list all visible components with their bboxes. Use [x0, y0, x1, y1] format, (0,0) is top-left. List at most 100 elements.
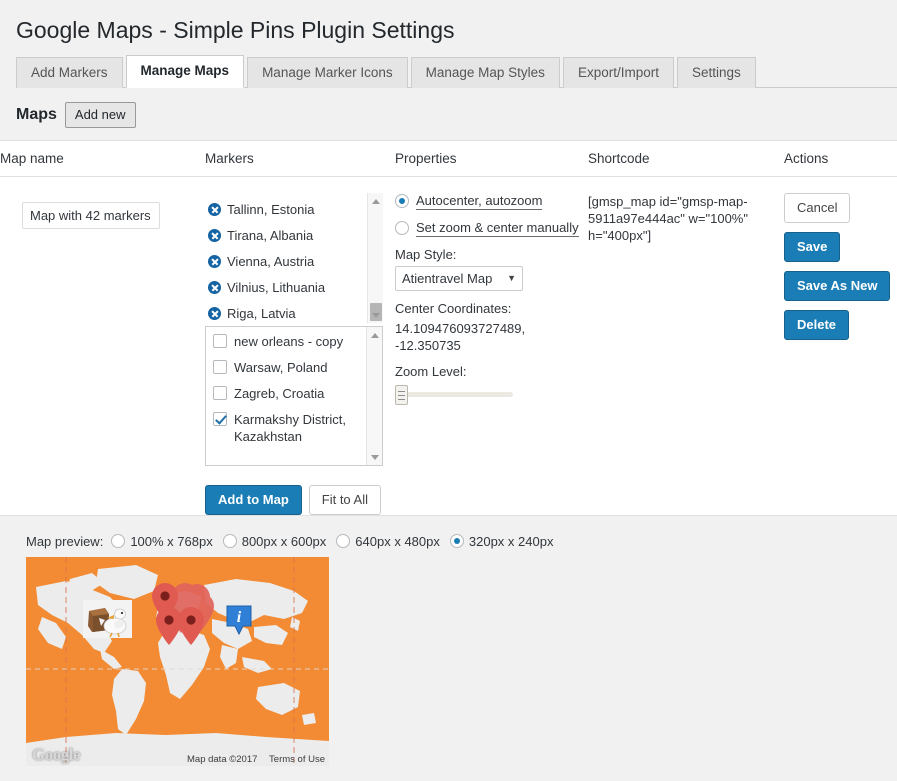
preview-size-label: 640px x 480px: [355, 533, 440, 549]
markers-cell: Tallinn, Estonia Tirana, Albania Vienna,…: [205, 192, 395, 515]
available-marker-item[interactable]: Warsaw, Poland: [213, 359, 362, 376]
zoom-slider-track[interactable]: [400, 391, 513, 397]
available-marker-label: Warsaw, Poland: [234, 359, 328, 375]
map-preview-section: Map preview: 100% x 768px 800px x 600px …: [0, 516, 897, 766]
map-name-cell: [0, 193, 205, 515]
map-preview-canvas[interactable]: i Google Map data ©2017 Terms of Use: [26, 556, 329, 766]
preview-size-radio[interactable]: [449, 534, 464, 549]
maps-heading: Maps: [16, 105, 57, 123]
info-marker-icon[interactable]: i: [225, 605, 253, 637]
remove-marker-icon[interactable]: [208, 229, 221, 243]
assigned-marker-item[interactable]: Riga, Latvia: [208, 301, 383, 323]
map-preview-label: Map preview:: [26, 533, 104, 549]
tab-manage-maps[interactable]: Manage Maps: [125, 54, 245, 88]
table-header-row: Map name Markers Properties Shortcode Ac…: [0, 141, 897, 177]
available-markers-list-box: new orleans - copy Warsaw, Poland Zagreb…: [205, 325, 383, 466]
shortcode-text: [gmsp_map id="gmsp-map-5911a97e444ac" w=…: [588, 193, 748, 243]
preview-size-label: 100% x 768px: [130, 533, 213, 549]
center-coordinates-value: 14.109476093727489, -12.350735: [395, 320, 526, 353]
available-marker-item[interactable]: Zagreb, Croatia: [213, 385, 362, 402]
custom-marker-duck-icon[interactable]: [83, 599, 132, 638]
marker-pin-cluster[interactable]: [151, 581, 231, 653]
preview-size-radio[interactable]: [111, 534, 126, 549]
scroll-down-arrow-icon[interactable]: [367, 449, 383, 465]
assigned-list-scrollbar[interactable]: [367, 192, 384, 323]
assigned-marker-label: Tirana, Albania: [227, 228, 314, 244]
marker-checkbox[interactable]: [213, 333, 227, 348]
maps-heading-row: Maps Add new: [0, 88, 897, 140]
tab-add-markers[interactable]: Add Markers: [16, 56, 123, 88]
column-header-map-name: Map name: [0, 150, 64, 166]
remove-marker-icon[interactable]: [208, 255, 221, 269]
preview-size-radio[interactable]: [336, 534, 351, 549]
autocenter-radio-label[interactable]: Autocenter, autozoom: [416, 193, 543, 210]
assigned-marker-item[interactable]: Vienna, Austria: [208, 249, 383, 275]
scroll-down-arrow-icon[interactable]: [368, 307, 384, 323]
available-marker-label: new orleans - copy: [234, 333, 344, 349]
map-name-input[interactable]: [22, 201, 160, 229]
preview-size-label: 800px x 600px: [241, 533, 327, 549]
preview-size-option-640[interactable]: 640px x 480px: [336, 534, 440, 549]
google-watermark: Google: [32, 744, 81, 764]
tab-export-import[interactable]: Export/Import: [562, 56, 674, 88]
autocenter-radio[interactable]: [395, 194, 409, 209]
zoom-level-label: Zoom Level:: [395, 363, 467, 379]
preview-size-radio[interactable]: [222, 534, 237, 549]
tab-settings[interactable]: Settings: [676, 56, 756, 88]
assigned-markers-list[interactable]: Tallinn, Estonia Tirana, Albania Vienna,…: [205, 193, 383, 323]
chevron-down-icon: ▼: [507, 273, 516, 284]
table-row: Tallinn, Estonia Tirana, Albania Vienna,…: [0, 177, 897, 515]
scroll-up-arrow-icon[interactable]: [367, 327, 383, 343]
preview-size-option-320[interactable]: 320px x 240px: [449, 533, 554, 549]
preview-size-option-800[interactable]: 800px x 600px: [222, 533, 327, 549]
actions-cell: Cancel Save Save As New Delete: [784, 192, 891, 515]
manual-zoom-radio-label[interactable]: Set zoom & center manually: [416, 220, 579, 237]
terms-of-use-link[interactable]: Terms of Use: [269, 754, 325, 765]
zoom-slider-handle[interactable]: [395, 384, 408, 405]
map-style-label: Map Style:: [395, 246, 457, 262]
assigned-marker-label: Riga, Latvia: [227, 306, 296, 322]
marker-action-buttons: Add to Map Fit to All: [205, 484, 385, 515]
assigned-marker-item[interactable]: Vilnius, Lithuania: [208, 275, 383, 301]
assigned-marker-item[interactable]: Tallinn, Estonia: [208, 197, 383, 223]
assigned-marker-label: Vienna, Austria: [227, 254, 315, 270]
save-button[interactable]: Save: [784, 231, 841, 262]
tab-manage-map-styles[interactable]: Manage Map Styles: [410, 56, 560, 88]
manual-zoom-radio[interactable]: [395, 221, 409, 236]
tab-manage-marker-icons[interactable]: Manage Marker Icons: [247, 56, 408, 88]
page-title: Google Maps - Simple Pins Plugin Setting…: [16, 17, 455, 43]
column-header-markers: Markers: [205, 150, 254, 166]
marker-checkbox[interactable]: [213, 411, 227, 426]
marker-checkbox[interactable]: [213, 385, 227, 400]
properties-cell: Autocenter, autozoom Set zoom & center m…: [395, 193, 588, 515]
remove-marker-icon[interactable]: [208, 307, 221, 321]
center-coordinates-label: Center Coordinates:: [395, 300, 512, 316]
add-to-map-button[interactable]: Add to Map: [205, 484, 302, 515]
add-new-map-button[interactable]: Add new: [64, 101, 136, 128]
scroll-up-arrow-icon[interactable]: [368, 193, 384, 209]
available-marker-label: Karmakshy District, Kazakhstan: [234, 411, 346, 444]
remove-marker-icon[interactable]: [208, 203, 221, 217]
available-list-scrollbar[interactable]: [366, 326, 383, 465]
remove-marker-icon[interactable]: [208, 281, 221, 295]
preview-size-option-100[interactable]: 100% x 768px: [111, 533, 213, 549]
map-preview-size-options: Map preview: 100% x 768px 800px x 600px …: [26, 534, 897, 549]
autocenter-radio-row[interactable]: Autocenter, autozoom: [395, 193, 588, 210]
available-marker-item[interactable]: Karmakshy District, Kazakhstan: [213, 411, 362, 445]
available-marker-item[interactable]: new orleans - copy: [213, 333, 362, 350]
map-data-text: Map data ©2017: [187, 753, 258, 765]
map-attribution: Map data ©2017 Terms of Use: [178, 754, 325, 765]
column-header-shortcode: Shortcode: [588, 150, 650, 166]
save-as-new-button[interactable]: Save As New: [784, 270, 891, 301]
fit-to-all-button[interactable]: Fit to All: [308, 484, 382, 515]
manual-zoom-radio-row[interactable]: Set zoom & center manually: [395, 220, 588, 237]
delete-button[interactable]: Delete: [784, 309, 850, 340]
zoom-level-slider[interactable]: [395, 384, 515, 405]
assigned-marker-item[interactable]: Tirana, Albania: [208, 223, 383, 249]
map-style-select[interactable]: Atientravel Map ▼: [395, 265, 523, 291]
marker-checkbox[interactable]: [213, 359, 227, 374]
cancel-button[interactable]: Cancel: [784, 192, 851, 223]
available-markers-list[interactable]: new orleans - copy Warsaw, Poland Zagreb…: [206, 327, 382, 465]
assigned-marker-label: Vilnius, Lithuania: [227, 280, 326, 296]
preview-size-label: 320px x 240px: [468, 533, 554, 549]
